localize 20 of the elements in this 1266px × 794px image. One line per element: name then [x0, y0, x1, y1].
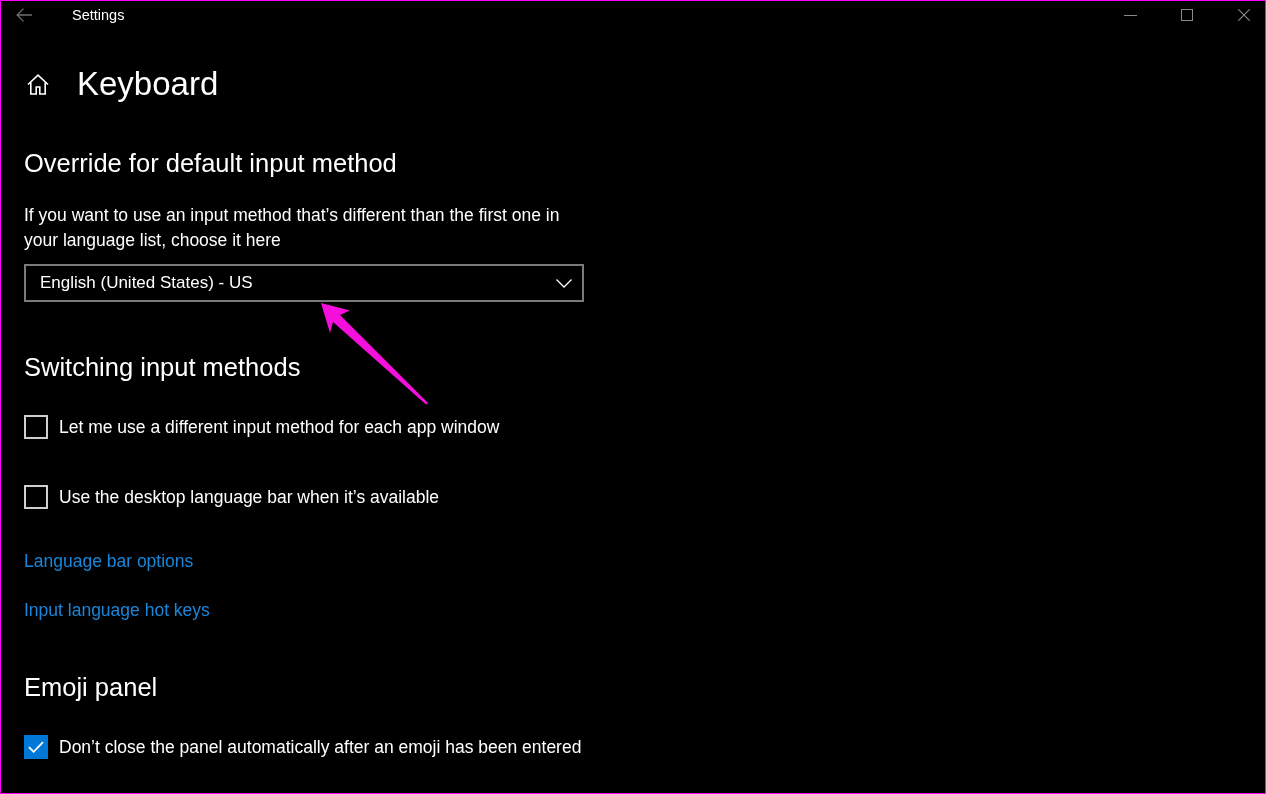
page-title: Keyboard: [77, 64, 219, 104]
checkbox-label: Let me use a different input method for each app window: [59, 416, 500, 438]
section-heading: Switching input methods: [24, 352, 302, 383]
input-method-dropdown[interactable]: English (United States) - US: [24, 264, 584, 302]
section-heading: Override for default input method: [24, 148, 398, 179]
window-title: Settings: [72, 6, 125, 24]
section-heading: Emoji panel: [24, 672, 159, 703]
section-description: If you want to use an input method that’s different than the first one in your language list, choose it here: [24, 204, 561, 252]
checkbox-label: Don’t close the panel automatically after an emoji has been entered: [59, 736, 582, 758]
checkbox[interactable]: [24, 735, 48, 759]
checkbox-label: Use the desktop language bar when it’s available: [59, 486, 440, 508]
settings-link[interactable]: Language bar options: [24, 549, 194, 573]
home-icon[interactable]: [27, 73, 49, 95]
back-arrow-icon[interactable]: [16, 8, 32, 22]
close-icon[interactable]: [1238, 9, 1250, 21]
checkmark-icon: [28, 741, 44, 753]
minimize-icon[interactable]: [1123, 14, 1137, 16]
settings-link[interactable]: Input language hot keys: [24, 598, 210, 622]
maximize-icon[interactable]: [1181, 9, 1193, 21]
chevron-down-icon: [556, 278, 572, 288]
